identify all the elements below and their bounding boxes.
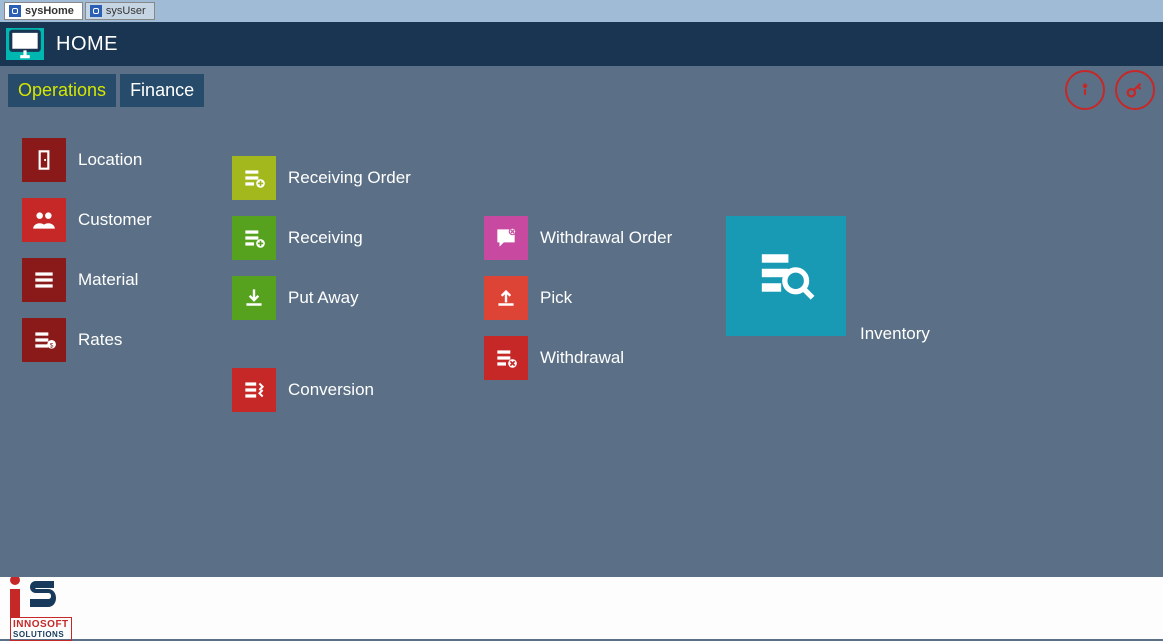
users-icon	[22, 198, 66, 242]
menu-label: Location	[78, 150, 142, 170]
money-icon: $	[22, 318, 66, 362]
monitor-icon	[6, 28, 44, 60]
content-area: Location Customer Material $ Rates Recei…	[0, 114, 1163, 577]
menu-label: Put Away	[288, 288, 359, 308]
upload-icon	[484, 276, 528, 320]
download-icon	[232, 276, 276, 320]
tab-operations[interactable]: Operations	[8, 74, 116, 107]
menu-label: Pick	[540, 288, 572, 308]
brand-sub: SOLUTIONS	[13, 630, 69, 639]
menu-put-away[interactable]: Put Away	[232, 276, 359, 320]
window-tab-label: sysHome	[25, 5, 74, 17]
menu-receiving[interactable]: Receiving	[232, 216, 363, 260]
window-tab-syshome[interactable]: sysHome	[4, 2, 83, 20]
menu-customer[interactable]: Customer	[22, 198, 152, 242]
app-icon	[90, 5, 102, 17]
key-button[interactable]	[1115, 70, 1155, 110]
menu-withdrawal[interactable]: Withdrawal	[484, 336, 624, 380]
brand-name: INNOSOFT	[13, 619, 69, 630]
search-list-icon	[757, 247, 815, 305]
list-icon	[22, 258, 66, 302]
menu-rates[interactable]: $ Rates	[22, 318, 122, 362]
menu-pick[interactable]: Pick	[484, 276, 572, 320]
menu-material[interactable]: Material	[22, 258, 138, 302]
app-icon	[9, 5, 21, 17]
page-title: HOME	[56, 33, 118, 56]
list-remove-icon	[484, 336, 528, 380]
menu-label: Receiving Order	[288, 168, 411, 188]
tile-inventory[interactable]	[726, 216, 846, 336]
svg-text:$: $	[50, 343, 54, 350]
tab-finance[interactable]: Finance	[120, 74, 204, 107]
menu-label: Material	[78, 270, 138, 290]
window-tab-sysuser[interactable]: sysUser	[85, 2, 155, 20]
menu-label: Rates	[78, 330, 122, 350]
menu-label: Inventory	[860, 324, 930, 344]
swap-icon	[232, 368, 276, 412]
menu-label: Customer	[78, 210, 152, 230]
list-add-icon	[232, 156, 276, 200]
menu-label: Withdrawal	[540, 348, 624, 368]
menu-location[interactable]: Location	[22, 138, 142, 182]
header: HOME	[0, 22, 1163, 66]
menu-label: Receiving	[288, 228, 363, 248]
menu-receiving-order[interactable]: Receiving Order	[232, 156, 411, 200]
menu-label: Conversion	[288, 380, 374, 400]
door-icon	[22, 138, 66, 182]
footer: INNOSOFT SOLUTIONS	[0, 577, 1163, 639]
info-button[interactable]	[1065, 70, 1105, 110]
menu-withdrawal-order[interactable]: Withdrawal Order	[484, 216, 672, 260]
menu-label: Withdrawal Order	[540, 228, 672, 248]
window-tab-label: sysUser	[106, 5, 146, 17]
brand-logo: INNOSOFT SOLUTIONS	[10, 575, 72, 641]
list-add-icon	[232, 216, 276, 260]
window-tabs: sysHome sysUser	[0, 0, 1163, 22]
toolbar: Operations Finance	[0, 66, 1163, 114]
chat-icon	[484, 216, 528, 260]
menu-conversion[interactable]: Conversion	[232, 368, 374, 412]
